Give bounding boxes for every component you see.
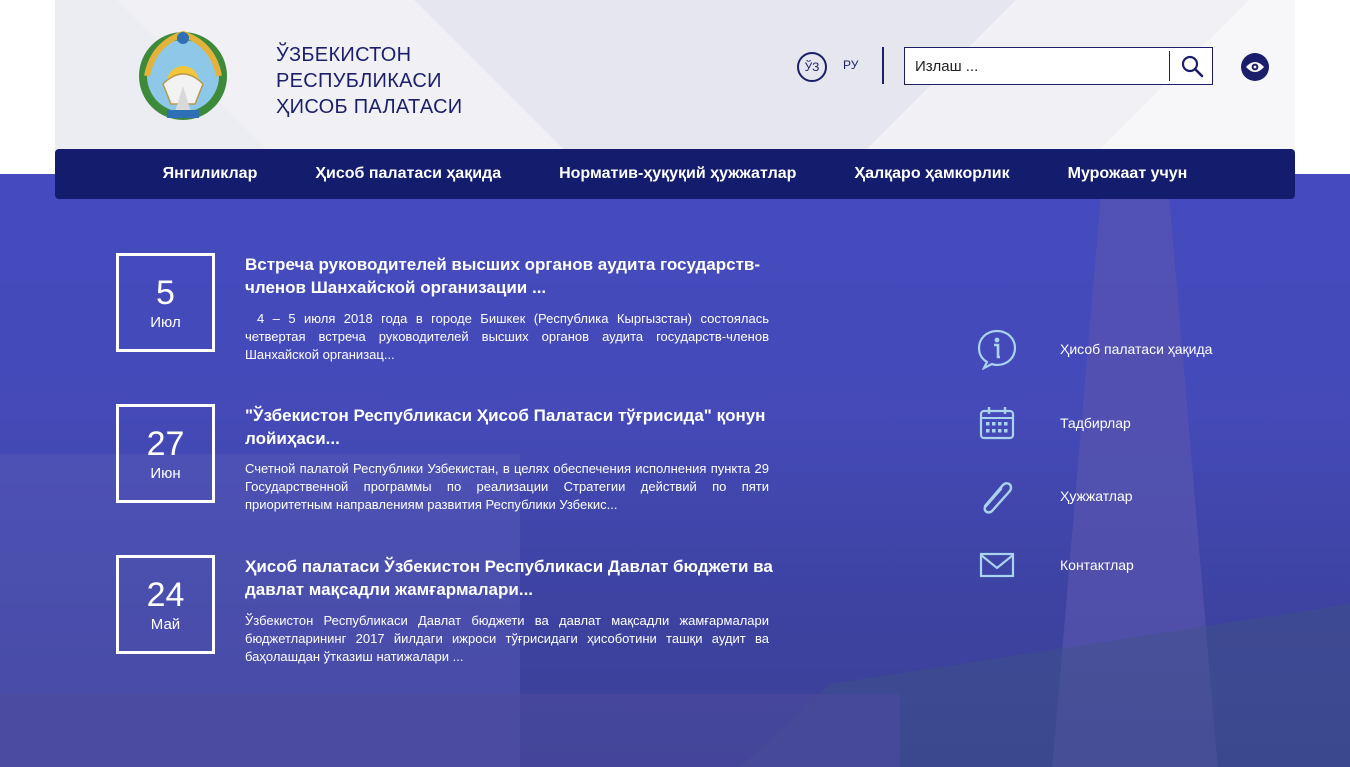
- main-nav: Янгиликлар Ҳисоб палатаси ҳақида Нормати…: [55, 149, 1295, 199]
- title-line-1: ЎЗБЕКИСТОН: [276, 44, 412, 66]
- quick-link-about[interactable]: Ҳисоб палатаси ҳақида: [973, 327, 1212, 371]
- news-title[interactable]: Встреча руководителей высших органов ауд…: [245, 253, 775, 299]
- date-box: 5 Июл: [116, 253, 215, 352]
- date-day: 24: [146, 576, 185, 614]
- date-month: Май: [150, 616, 181, 633]
- date-day: 5: [156, 274, 175, 312]
- title-line-3: ҲИСОБ ПАЛАТАСИ: [276, 96, 463, 118]
- accessibility-button[interactable]: [1241, 53, 1269, 81]
- nav-item-about[interactable]: Ҳисоб палатаси ҳақида: [286, 165, 530, 183]
- date-box: 24 Май: [116, 555, 215, 654]
- search-icon: [1181, 55, 1204, 78]
- news-title[interactable]: "Ўзбекистон Республикаси Ҳисоб Палатаси …: [245, 404, 775, 450]
- nav-item-international-cooperation[interactable]: Ҳалқаро ҳамкорлик: [825, 165, 1038, 183]
- nav-item-legal-documents[interactable]: Норматив-ҳуқуқий ҳужжатлар: [530, 165, 825, 183]
- search-input[interactable]: [905, 48, 1170, 84]
- lang-uz-button[interactable]: ЎЗ: [797, 52, 827, 82]
- header-panel: [55, 0, 1295, 174]
- search-button[interactable]: [1171, 48, 1213, 84]
- quick-link-documents[interactable]: Ҳужжатлар: [973, 474, 1133, 518]
- news-excerpt: 4 – 5 июля 2018 года в городе Бишкек (Ре…: [245, 311, 769, 362]
- news-excerpt: Ўзбекистон Республикаси Давлат бюджети в…: [245, 613, 769, 664]
- lang-ru-button[interactable]: РУ: [843, 58, 858, 72]
- quick-link-label: Ҳужжатлар: [1060, 488, 1133, 504]
- info-icon: [977, 329, 1017, 370]
- paperclip-icon: [983, 482, 1013, 514]
- title-line-2: РЕСПУБЛИКАСИ: [276, 70, 442, 92]
- date-box: 27 Июн: [116, 404, 215, 503]
- date-month: Июн: [150, 465, 181, 482]
- header-divider: [882, 47, 884, 84]
- calendar-icon: [979, 407, 1015, 440]
- date-month: Июл: [150, 314, 181, 331]
- nav-item-contact-us[interactable]: Мурожаат учун: [1039, 165, 1217, 183]
- nav-item-news[interactable]: Янгиликлар: [134, 165, 287, 183]
- news-title[interactable]: Ҳисоб палатаси Ўзбекистон Республикаси Д…: [245, 555, 775, 601]
- quick-link-contacts[interactable]: Контактлар: [973, 543, 1134, 587]
- date-day: 27: [146, 425, 185, 463]
- search-separator: [1169, 51, 1170, 81]
- quick-link-label: Тадбирлар: [1060, 415, 1131, 431]
- quick-link-events[interactable]: Тадбирлар: [973, 401, 1131, 445]
- quick-link-label: Контактлар: [1060, 557, 1134, 573]
- envelope-icon: [979, 552, 1015, 578]
- state-emblem-logo[interactable]: [133, 24, 233, 124]
- search-box: [904, 47, 1213, 85]
- eye-icon: [1246, 62, 1264, 72]
- site-title: ЎЗБЕКИСТОН РЕСПУБЛИКАСИ ҲИСОБ ПАЛАТАСИ: [276, 42, 463, 120]
- quick-link-label: Ҳисоб палатаси ҳақида: [1060, 341, 1213, 357]
- news-excerpt: Счетной палатой Республики Узбекистан, в…: [245, 461, 769, 512]
